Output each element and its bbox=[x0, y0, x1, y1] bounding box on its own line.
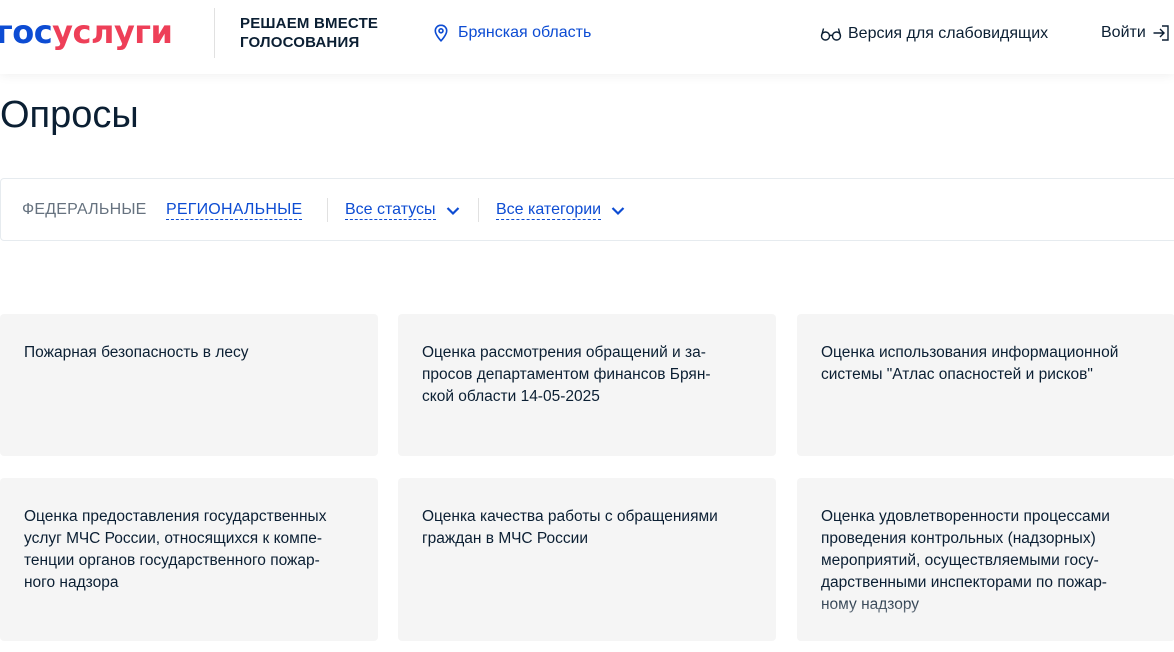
poll-title-line: Оценка качества работы с обращениями bbox=[422, 508, 718, 525]
poll-card[interactable]: Оценка предоставления государственных ус… bbox=[0, 478, 378, 641]
poll-title-line: ской области 14-05-2025 bbox=[422, 388, 600, 405]
vision-mode-label: Версия для слабовидящих bbox=[848, 25, 1049, 42]
poll-title-line: проведения контрольных (надзорных) bbox=[821, 530, 1096, 547]
region-name: Брянская область bbox=[458, 24, 592, 41]
poll-card[interactable]: Оценка рассмотрения обращений и за- прос… bbox=[398, 314, 776, 456]
category-select-label: Все категории bbox=[496, 201, 602, 220]
poll-card[interactable]: Оценка использования информационной сист… bbox=[797, 314, 1174, 456]
poll-filters: ФЕДЕРАЛЬНЫЕ РЕГИОНАЛЬНЫЕ Все статусы Все… bbox=[0, 178, 1174, 241]
category-select[interactable]: Все категории bbox=[496, 201, 625, 220]
logo-text-part2: услуги bbox=[52, 13, 173, 51]
poll-title-line: Оценка использования информационной bbox=[821, 344, 1119, 361]
poll-title-line: ного надзора bbox=[24, 574, 119, 591]
region-selector[interactable]: Брянская область bbox=[433, 24, 591, 42]
login-arrow-icon bbox=[1153, 25, 1169, 41]
tab-federal[interactable]: ФЕДЕРАЛЬНЫЕ bbox=[22, 201, 147, 219]
filter-divider bbox=[327, 198, 328, 222]
status-select[interactable]: Все статусы bbox=[345, 201, 460, 220]
poll-card[interactable]: Оценка качества работы с обращениями гра… bbox=[398, 478, 776, 641]
chevron-down-icon bbox=[446, 206, 459, 215]
poll-title-line: мероприятий, осуществляемыми госу- bbox=[821, 552, 1099, 569]
poll-title-line: просов департаментом финансов Брян- bbox=[422, 366, 711, 383]
tab-regional[interactable]: РЕГИОНАЛЬНЫЕ bbox=[166, 201, 303, 220]
poll-title-line: Оценка рассмотрения обращений и за- bbox=[422, 344, 706, 361]
poll-card[interactable]: Оценка удовлетворенности процессами пров… bbox=[797, 478, 1174, 641]
slogan-line-1: РЕШАЕМ ВМЕСТЕ bbox=[240, 15, 379, 32]
filter-divider bbox=[478, 198, 479, 222]
poll-title-line: ному надзору bbox=[821, 596, 920, 613]
gosuslugi-logo[interactable]: госуслуги bbox=[0, 12, 173, 52]
location-pin-icon bbox=[434, 24, 448, 42]
poll-card[interactable]: Пожарная безопасность в лесу bbox=[0, 314, 378, 456]
login-label: Войти bbox=[1101, 24, 1146, 41]
poll-title-line: дарственными инспекторами по пожар- bbox=[821, 574, 1107, 591]
poll-title-line: системы "Атлас опасностей и рисков" bbox=[821, 366, 1093, 383]
status-select-label: Все статусы bbox=[345, 201, 436, 220]
vision-impaired-button[interactable]: Версия для слабовидящих bbox=[820, 25, 1048, 43]
chevron-down-icon bbox=[611, 206, 625, 215]
header-divider bbox=[214, 8, 215, 58]
login-button[interactable]: Войти bbox=[1101, 24, 1170, 42]
poll-title-line: Оценка удовлетворенности процессами bbox=[821, 508, 1110, 525]
site-header: госуслуги РЕШАЕМ ВМЕСТЕ ГОЛОСОВАНИЯ Брян… bbox=[0, 0, 1174, 74]
slogan-line-2: ГОЛОСОВАНИЯ bbox=[240, 34, 360, 51]
glasses-icon bbox=[820, 28, 842, 41]
poll-title-line: Пожарная безопасность в лесу bbox=[24, 344, 249, 361]
poll-title-line: граждан в МЧС России bbox=[422, 530, 588, 547]
poll-title-line: тенции органов государственного пожар- bbox=[24, 552, 320, 569]
page-title: Опросы bbox=[0, 94, 139, 136]
poll-title-line: Оценка предоставления государственных bbox=[24, 508, 327, 525]
logo-text-part1: гос bbox=[0, 13, 53, 51]
poll-title-line: услуг МЧС России, относящихся к компе- bbox=[24, 530, 322, 547]
service-slogan: РЕШАЕМ ВМЕСТЕ ГОЛОСОВАНИЯ bbox=[240, 14, 378, 52]
